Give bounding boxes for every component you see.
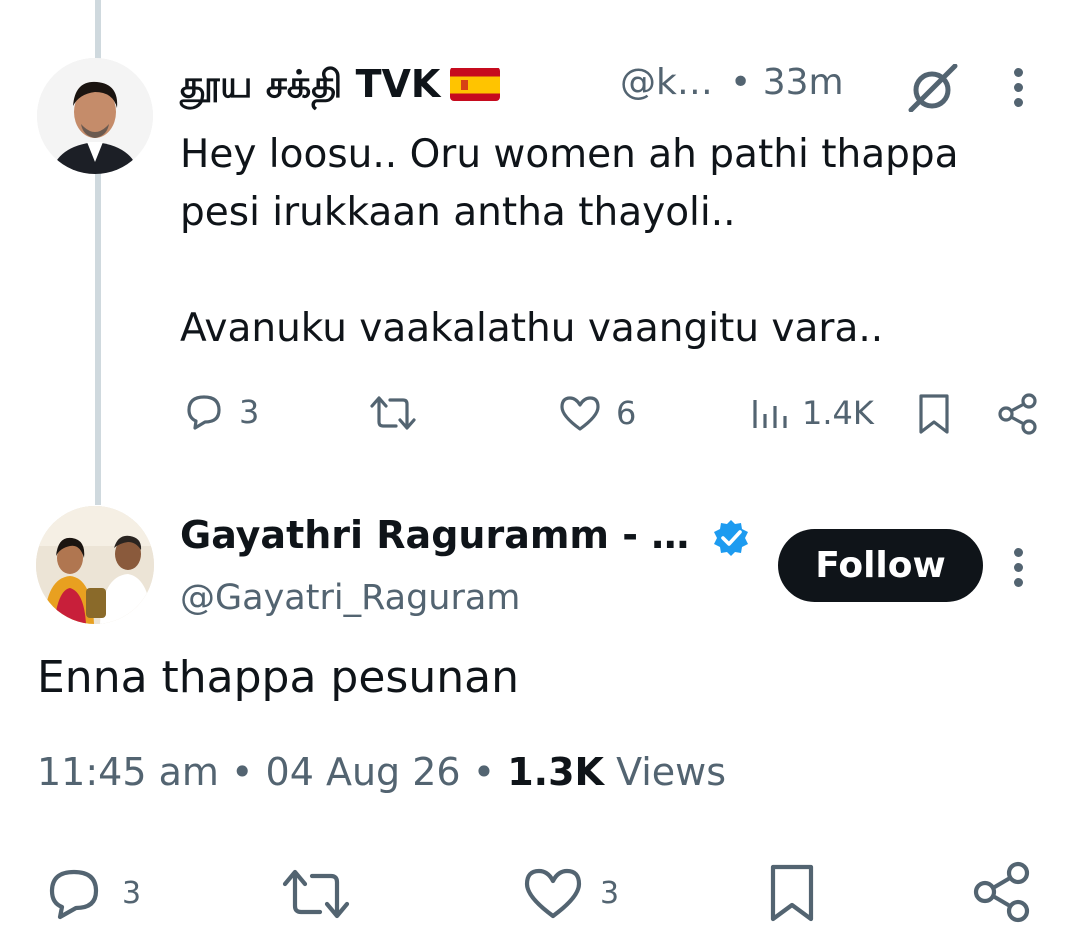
verified-badge-icon xyxy=(711,518,751,562)
reply-text: Hey loosu.. Oru women ah pathi thappa pe… xyxy=(180,132,959,351)
separator-dot: • xyxy=(231,750,254,794)
view-count: 1.4K xyxy=(802,394,874,432)
grok-icon[interactable] xyxy=(905,63,959,116)
reply-count: 3 xyxy=(122,875,142,911)
repost-icon xyxy=(370,396,416,430)
separator-dot: • xyxy=(472,750,496,794)
more-options-icon[interactable] xyxy=(1014,68,1024,113)
heart-icon xyxy=(560,396,600,431)
repost-button[interactable] xyxy=(368,394,418,432)
reply-author-handle[interactable]: @k… xyxy=(620,62,713,103)
views-count: 1.3K xyxy=(507,750,604,794)
views-button[interactable]: 1.4K xyxy=(750,394,874,432)
author-name[interactable]: Gayathri Raguramm - … xyxy=(180,513,689,557)
reply-count: 3 xyxy=(239,393,260,431)
tweet-text: Enna thappa pesunan xyxy=(37,652,519,703)
like-button[interactable]: 3 xyxy=(522,866,619,920)
like-count: 3 xyxy=(600,875,620,911)
author-handle[interactable]: @Gayatri_Raguram xyxy=(180,578,520,618)
reply-button[interactable]: 3 xyxy=(183,392,259,432)
views-label: Views xyxy=(616,750,727,794)
share-icon xyxy=(973,861,1030,923)
more-options-icon[interactable] xyxy=(1014,548,1024,593)
like-count: 6 xyxy=(616,394,637,432)
follow-button[interactable]: Follow xyxy=(778,529,983,602)
repost-button[interactable] xyxy=(280,866,352,922)
bookmark-button[interactable] xyxy=(916,392,952,436)
tweet-date[interactable]: 04 Aug 26 xyxy=(266,750,461,794)
reply-author-name[interactable]: தூய சக்தி TVK xyxy=(180,62,501,112)
share-button[interactable] xyxy=(996,392,1040,436)
reply-time-text[interactable]: 33m xyxy=(763,62,844,103)
avatar[interactable] xyxy=(36,506,154,624)
reply-icon xyxy=(187,395,221,430)
bookmark-icon xyxy=(770,864,814,922)
reply-timestamp[interactable]: • 33m xyxy=(730,62,844,103)
tweet-time[interactable]: 11:45 am xyxy=(37,750,219,794)
like-button[interactable]: 6 xyxy=(558,394,636,432)
reply-author-name-text[interactable]: தூய சக்தி TVK xyxy=(180,62,440,106)
spain-flag-icon xyxy=(450,67,501,101)
reply-button[interactable]: 3 xyxy=(44,866,141,920)
separator-dot: • xyxy=(730,62,752,103)
repost-icon xyxy=(282,869,350,919)
heart-icon xyxy=(524,868,582,919)
share-button[interactable] xyxy=(970,860,1034,924)
avatar[interactable] xyxy=(37,58,153,174)
avatar-photo-icon xyxy=(36,506,154,624)
bookmark-icon xyxy=(919,394,949,434)
reply-icon xyxy=(49,869,99,920)
analytics-icon xyxy=(753,400,787,428)
tweet-metadata: 11:45 am • 04 Aug 26 • 1.3K Views xyxy=(37,750,726,794)
bookmark-button[interactable] xyxy=(766,862,818,924)
share-icon xyxy=(998,393,1037,435)
avatar-photo-icon xyxy=(37,58,153,174)
